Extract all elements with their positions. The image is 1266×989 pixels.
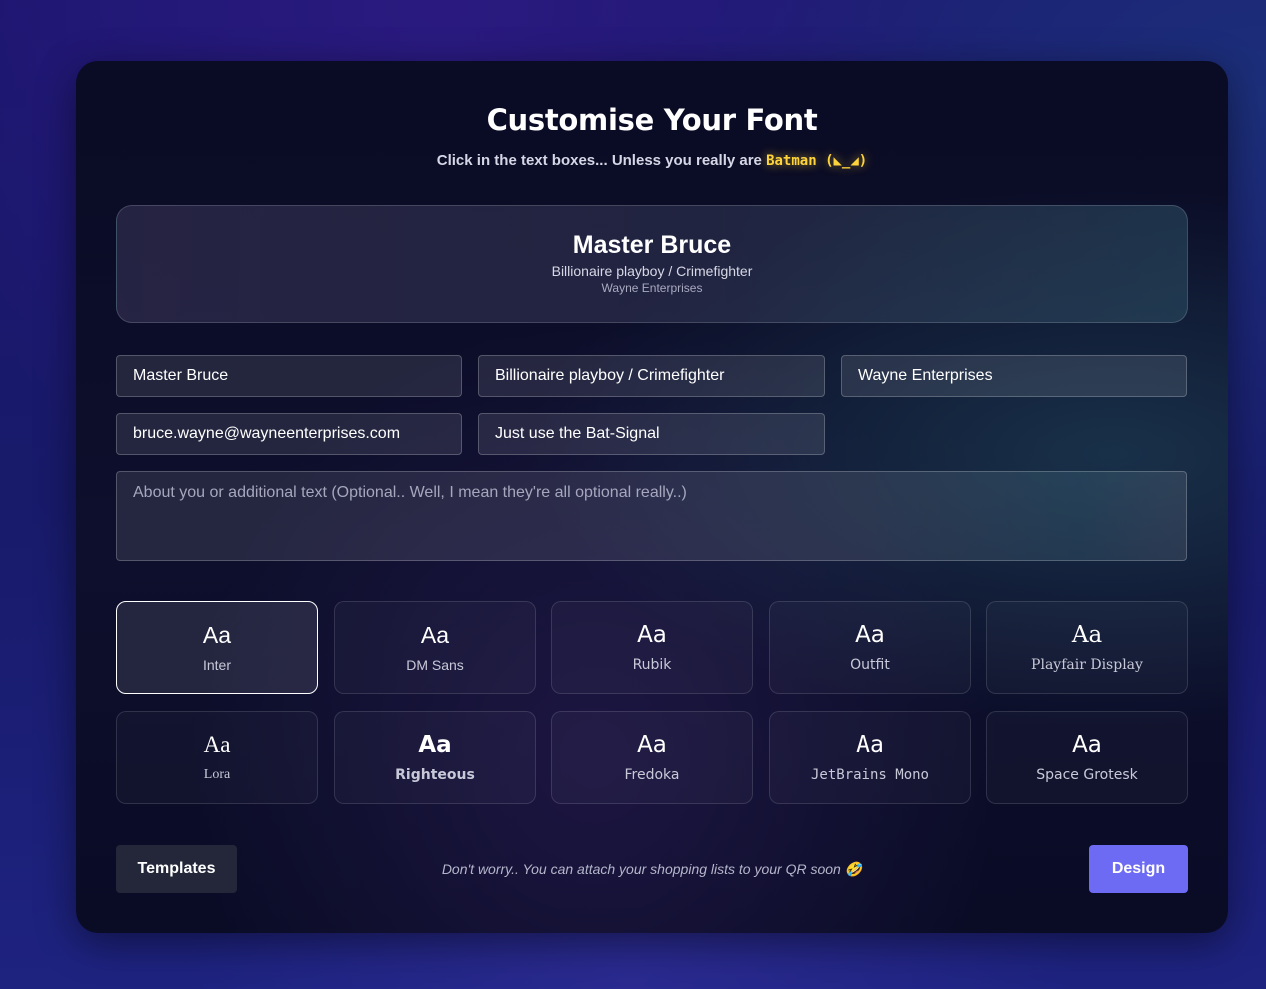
organization-input[interactable]: Wayne Enterprises <box>841 355 1187 397</box>
font-sample: Aa <box>420 622 450 648</box>
font-option-fredoka[interactable]: Aa Fredoka <box>551 711 753 804</box>
font-option-space-grotesk[interactable]: Aa Space Grotesk <box>986 711 1188 804</box>
font-name: Lora <box>203 767 231 782</box>
page-subtitle: Click in the text boxes... Unless you re… <box>76 152 1228 169</box>
font-option-inter[interactable]: Aa Inter <box>116 601 318 694</box>
font-option-playfair-display[interactable]: Aa Playfair Display <box>986 601 1188 694</box>
font-sample: Aa <box>856 732 884 758</box>
preview-title: Billionaire playboy / Crimefighter <box>551 263 753 279</box>
font-sample: Aa <box>418 732 452 758</box>
templates-button[interactable]: Templates <box>116 845 237 893</box>
about-textarea[interactable]: About you or additional text (Optional..… <box>116 471 1187 561</box>
page-title: Customise Your Font <box>486 103 818 137</box>
font-sample: Aa <box>1071 622 1103 648</box>
font-sample: Aa <box>202 622 232 648</box>
font-name: Fredoka <box>624 767 680 783</box>
font-sample: Aa <box>637 622 667 648</box>
phone-input[interactable]: Just use the Bat-Signal <box>478 413 825 455</box>
font-option-jetbrains-mono[interactable]: Aa JetBrains Mono <box>769 711 971 804</box>
font-name: Playfair Display <box>1031 657 1143 673</box>
font-option-dm-sans[interactable]: Aa DM Sans <box>334 601 536 694</box>
preview-organization: Wayne Enterprises <box>601 281 703 295</box>
preview-name: Master Bruce <box>572 231 732 259</box>
font-option-righteous[interactable]: Aa Righteous <box>334 711 536 804</box>
footer-note: Don't worry.. You can attach your shoppi… <box>441 861 863 877</box>
font-name: Rubik <box>632 657 672 673</box>
font-sample: Aa <box>855 622 885 648</box>
font-name: Space Grotesk <box>1036 767 1138 783</box>
name-input[interactable]: Master Bruce <box>116 355 462 397</box>
font-option-lora[interactable]: Aa Lora <box>116 711 318 804</box>
batman-highlight: Batman (◣_◢) <box>766 153 868 169</box>
subtitle-text: Click in the text boxes... Unless you re… <box>436 152 767 169</box>
design-button[interactable]: Design <box>1089 845 1188 893</box>
font-sample: Aa <box>203 732 231 757</box>
font-name: Inter <box>202 657 231 673</box>
font-sample: Aa <box>1072 732 1102 758</box>
font-name: JetBrains Mono <box>810 767 929 783</box>
font-name: Righteous <box>395 767 475 783</box>
title-input[interactable]: Billionaire playboy / Crimefighter <box>478 355 825 397</box>
font-sample: Aa <box>637 732 667 758</box>
font-name: Outfit <box>850 657 890 673</box>
email-input[interactable]: bruce.wayne@wayneenterprises.com <box>116 413 462 455</box>
font-customiser-card: Customise Your Font Click in the text bo… <box>76 61 1228 933</box>
preview-card: Master Bruce Billionaire playboy / Crime… <box>116 205 1188 323</box>
font-name: DM Sans <box>406 657 464 673</box>
font-option-outfit[interactable]: Aa Outfit <box>769 601 971 694</box>
font-option-rubik[interactable]: Aa Rubik <box>551 601 753 694</box>
